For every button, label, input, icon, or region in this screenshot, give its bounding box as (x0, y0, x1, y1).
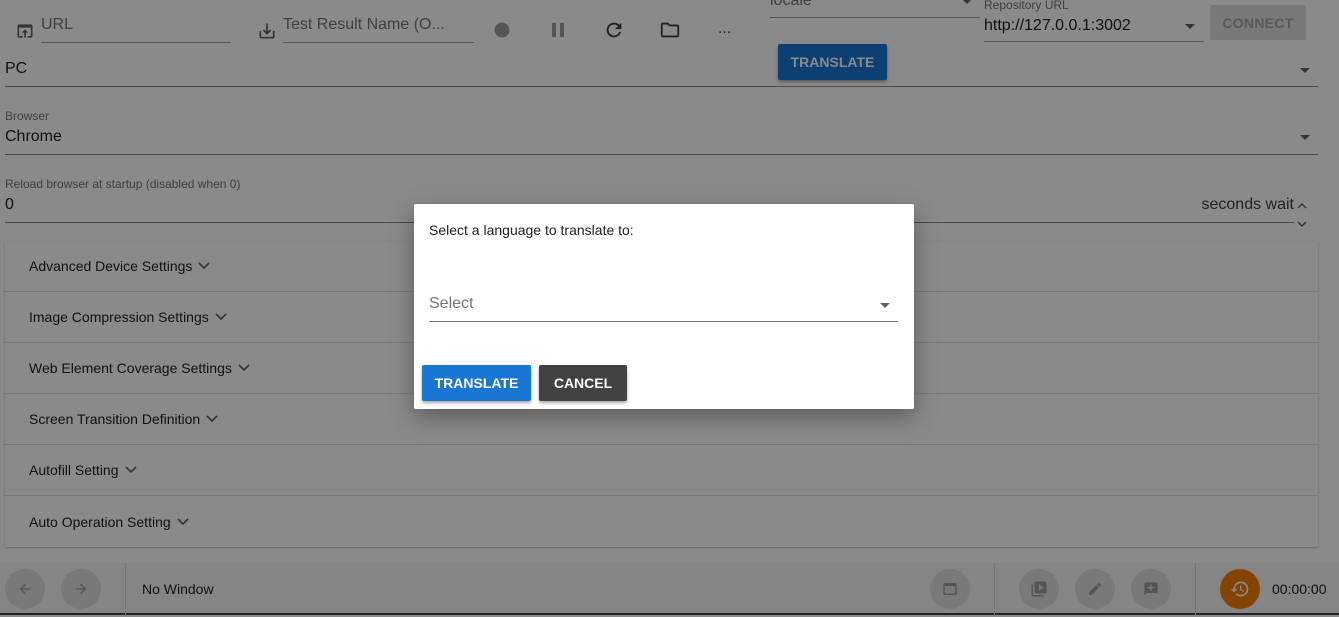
language-select[interactable]: Select (429, 292, 898, 322)
translate-button[interactable]: TRANSLATE (422, 365, 531, 401)
language-select-placeholder: Select (429, 295, 474, 312)
cancel-button[interactable]: CANCEL (539, 365, 627, 401)
language-dropdown-icon (880, 303, 890, 308)
dialog-title: Select a language to translate to: (429, 222, 634, 238)
translate-dialog: Select a language to translate to: Selec… (414, 204, 914, 409)
